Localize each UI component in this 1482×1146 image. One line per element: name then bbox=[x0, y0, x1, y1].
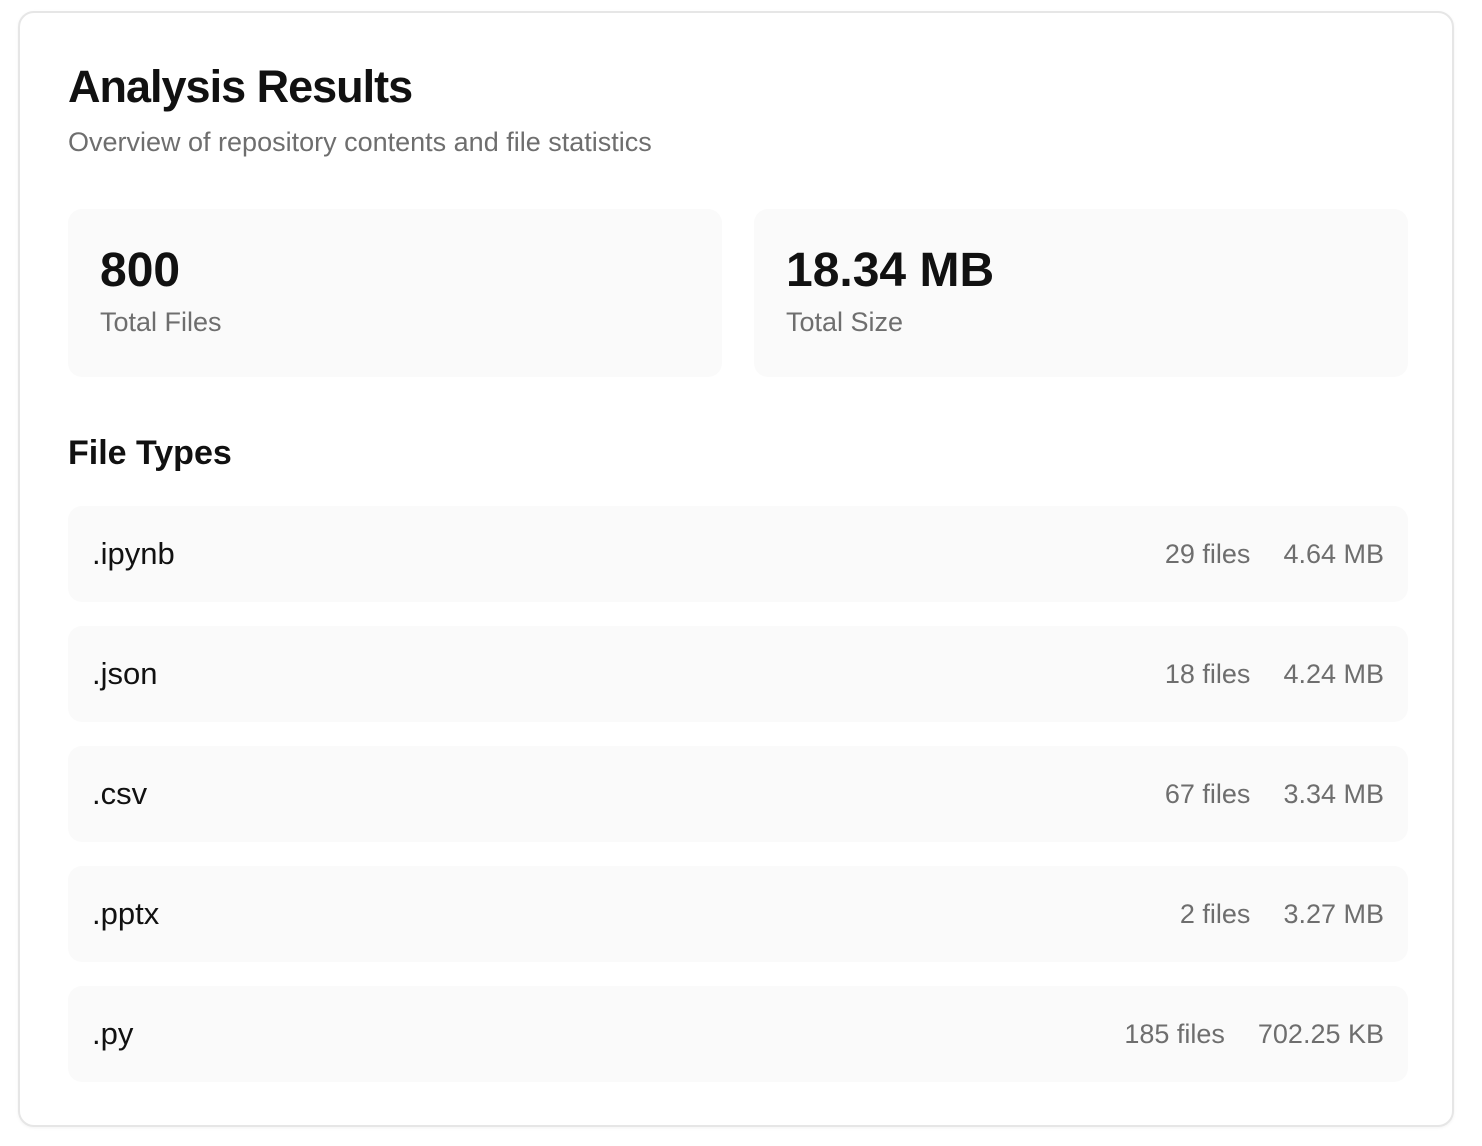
file-type-row-ipynb: .ipynb 29 files 4.64 MB bbox=[68, 506, 1408, 602]
file-type-size: 702.25 KB bbox=[1257, 1018, 1384, 1049]
file-types-list: .ipynb 29 files 4.64 MB .json 18 files 4… bbox=[68, 506, 1408, 1106]
file-type-extension: .ipynb bbox=[92, 536, 175, 571]
file-type-row-py: .py 185 files 702.25 KB bbox=[68, 986, 1408, 1082]
file-type-count: 2 files bbox=[1179, 898, 1251, 929]
file-type-meta: 29 files 4.64 MB bbox=[1165, 539, 1384, 570]
file-type-count: 18 files bbox=[1164, 658, 1251, 689]
file-type-meta: 185 files 702.25 KB bbox=[1124, 1019, 1384, 1050]
file-type-meta: 18 files 4.24 MB bbox=[1165, 659, 1384, 690]
file-type-size: 3.34 MB bbox=[1283, 778, 1384, 809]
total-size-stat: 18.34 MB Total Size bbox=[754, 209, 1408, 377]
file-type-count: 67 files bbox=[1164, 778, 1251, 809]
file-type-meta: 67 files 3.34 MB bbox=[1165, 779, 1384, 810]
file-type-row-pptx: .pptx 2 files 3.27 MB bbox=[68, 866, 1408, 962]
file-type-size: 3.27 MB bbox=[1283, 898, 1384, 929]
analysis-results-card: Analysis Results Overview of repository … bbox=[18, 11, 1454, 1127]
total-files-stat: 800 Total Files bbox=[68, 209, 722, 377]
file-type-row-json: .json 18 files 4.24 MB bbox=[68, 626, 1408, 722]
file-type-count: 185 files bbox=[1124, 1018, 1225, 1049]
file-type-size: 4.24 MB bbox=[1283, 658, 1384, 689]
file-type-meta: 2 files 3.27 MB bbox=[1180, 899, 1384, 930]
file-types-heading: File Types bbox=[68, 434, 232, 472]
page-subtitle: Overview of repository contents and file… bbox=[68, 127, 652, 157]
file-type-extension: .csv bbox=[92, 776, 148, 811]
file-type-size: 4.64 MB bbox=[1283, 538, 1384, 569]
file-type-row-csv: .csv 67 files 3.34 MB bbox=[68, 746, 1408, 842]
file-type-extension: .json bbox=[92, 656, 158, 691]
total-size-value: 18.34 MB bbox=[786, 244, 995, 297]
file-type-count: 29 files bbox=[1164, 538, 1251, 569]
total-size-label: Total Size bbox=[786, 307, 904, 337]
total-files-label: Total Files bbox=[100, 307, 222, 337]
file-type-extension: .pptx bbox=[92, 896, 160, 931]
file-type-extension: .py bbox=[92, 1016, 134, 1051]
page-title: Analysis Results bbox=[68, 61, 413, 112]
total-files-value: 800 bbox=[100, 244, 181, 297]
